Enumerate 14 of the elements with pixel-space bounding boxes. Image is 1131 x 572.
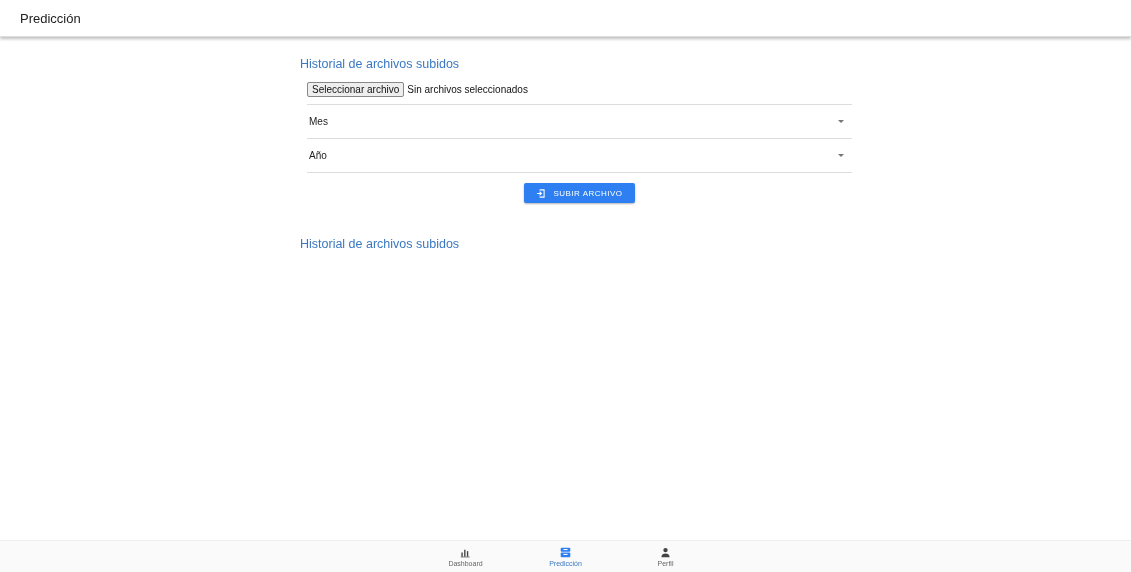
dropdown-caret-icon xyxy=(838,120,844,123)
page-title: Predicción xyxy=(20,10,81,26)
file-status: Sin archivos seleccionados xyxy=(407,84,528,95)
choose-file-button[interactable]: Seleccionar archivo xyxy=(307,82,405,97)
bar-chart-icon xyxy=(460,547,471,558)
inbox-icon xyxy=(560,547,571,558)
select-field[interactable]: Año xyxy=(307,138,852,173)
section-title: Historial de archivos subidos xyxy=(300,57,461,71)
select-field[interactable]: Mes xyxy=(307,104,852,138)
login-icon xyxy=(536,188,546,198)
section-title: Historial de archivos subidos xyxy=(300,237,461,251)
person-icon xyxy=(660,547,671,558)
dropdown-caret-icon xyxy=(838,154,844,157)
upload-button[interactable]: SUBIR ARCHIVO xyxy=(524,183,635,203)
